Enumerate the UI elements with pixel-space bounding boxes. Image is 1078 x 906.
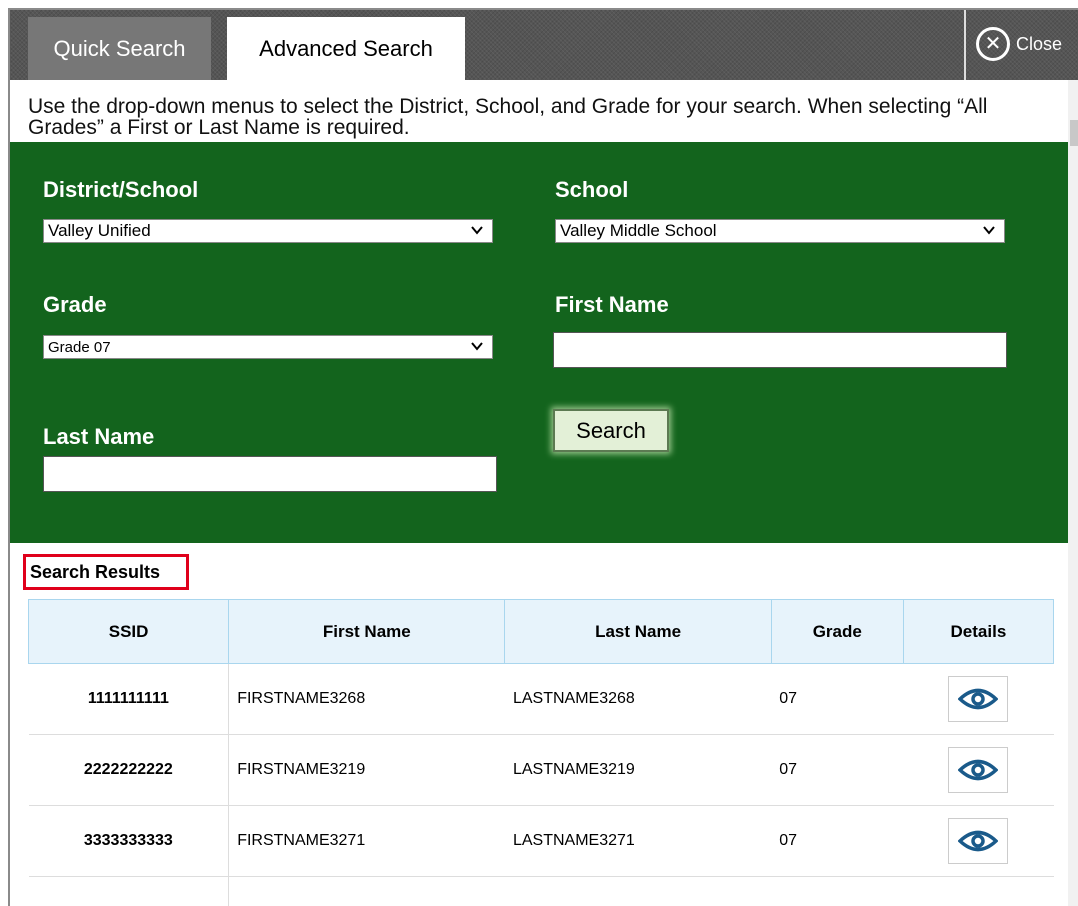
first-name-label: First Name — [555, 292, 669, 317]
cell-grade: 07 — [771, 734, 904, 806]
school-select-value: Valley Middle School — [560, 221, 717, 240]
cell-grade — [771, 876, 904, 906]
cell-first-name: FIRSTNAME3271 — [228, 805, 505, 877]
cell-ssid — [28, 876, 230, 906]
column-header-last-name[interactable]: Last Name — [504, 599, 772, 664]
grade-select[interactable]: Grade 07 — [43, 335, 493, 359]
eye-icon — [958, 830, 999, 852]
table-row: 3333333333 FIRSTNAME3271 LASTNAME3271 07 — [28, 805, 1054, 877]
tab-bar: Quick Search Advanced Search ✕ Close — [10, 10, 1078, 80]
cell-last-name: LASTNAME3219 — [504, 734, 772, 806]
eye-icon — [958, 759, 999, 781]
cell-details — [903, 876, 1054, 906]
column-header-details: Details — [902, 599, 1055, 664]
column-header-first-name[interactable]: First Name — [228, 599, 506, 664]
cell-ssid: 2222222222 — [28, 734, 230, 806]
results-table: SSID First Name Last Name Grade Details … — [27, 599, 1055, 906]
school-label: School — [555, 177, 629, 202]
vertical-scrollbar[interactable] — [1068, 80, 1078, 906]
instructions-text: Use the drop-down menus to select the Di… — [28, 95, 988, 139]
grade-select-value: Grade 07 — [48, 338, 111, 356]
table-header-row: SSID First Name Last Name Grade Details — [27, 599, 1055, 664]
chevron-down-icon — [983, 226, 995, 235]
eye-icon — [958, 688, 999, 710]
close-label: Close — [1016, 33, 1063, 54]
tab-advanced-search[interactable]: Advanced Search — [227, 17, 465, 80]
district-select[interactable]: Valley Unified — [43, 219, 493, 243]
search-form-panel: District/School Valley Unified School Va… — [10, 142, 1078, 543]
close-button[interactable]: ✕ Close — [976, 27, 1062, 61]
view-details-button[interactable] — [948, 747, 1009, 793]
column-header-ssid[interactable]: SSID — [27, 599, 230, 664]
chevron-down-icon — [471, 342, 483, 351]
cell-last-name: LASTNAME3271 — [504, 805, 772, 877]
cell-details — [903, 734, 1054, 806]
scrollbar-thumb[interactable] — [1070, 120, 1078, 146]
view-details-button[interactable] — [948, 818, 1009, 864]
cell-details — [903, 805, 1054, 877]
cell-ssid: 1111111111 — [28, 663, 230, 735]
view-details-button[interactable] — [948, 676, 1009, 722]
search-results-heading: Search Results — [23, 554, 189, 590]
cell-details — [903, 663, 1054, 735]
table-row: 1111111111 FIRSTNAME3268 LASTNAME3268 07 — [28, 663, 1054, 735]
last-name-label: Last Name — [43, 424, 155, 449]
cell-grade: 07 — [771, 805, 904, 877]
cell-first-name — [228, 876, 505, 906]
cell-grade: 07 — [771, 663, 904, 735]
table-row: 2222222222 FIRSTNAME3219 LASTNAME3219 07 — [28, 734, 1054, 806]
tab-quick-search[interactable]: Quick Search — [28, 17, 211, 80]
close-icon: ✕ — [976, 27, 1010, 61]
table-row — [28, 876, 1054, 906]
first-name-input[interactable] — [553, 332, 1007, 368]
cell-last-name: LASTNAME3268 — [504, 663, 772, 735]
advanced-search-dialog: Quick Search Advanced Search ✕ Close Use… — [8, 8, 1078, 906]
tabbar-divider — [964, 10, 966, 80]
cell-ssid: 3333333333 — [28, 805, 230, 877]
grade-label: Grade — [43, 292, 107, 317]
cell-first-name: FIRSTNAME3268 — [228, 663, 505, 735]
column-header-grade[interactable]: Grade — [770, 599, 904, 664]
last-name-input[interactable] — [43, 456, 497, 492]
cell-first-name: FIRSTNAME3219 — [228, 734, 505, 806]
search-button[interactable]: Search — [553, 409, 669, 452]
chevron-down-icon — [471, 226, 483, 235]
district-label: District/School — [43, 177, 199, 202]
district-select-value: Valley Unified — [48, 221, 151, 240]
school-select[interactable]: Valley Middle School — [555, 219, 1005, 243]
cell-last-name — [504, 876, 772, 906]
